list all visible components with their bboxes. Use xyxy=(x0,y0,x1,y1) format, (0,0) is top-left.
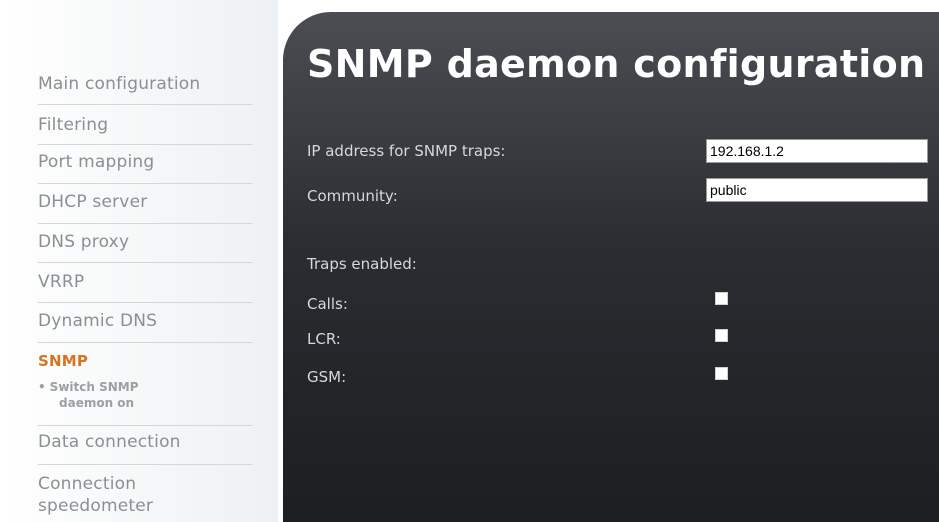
ip-address-label: IP address for SNMP traps: xyxy=(307,142,506,160)
sidebar-divider xyxy=(38,342,252,343)
sidebar-divider xyxy=(38,262,252,263)
sidebar-item-port-mapping[interactable]: Port mapping xyxy=(38,152,252,172)
trap-lcr-label: LCR: xyxy=(307,330,341,348)
community-label: Community: xyxy=(307,187,398,205)
main-panel: SNMP daemon configuration IP address for… xyxy=(283,12,939,522)
trap-gsm-label: GSM: xyxy=(307,368,347,386)
sidebar-divider xyxy=(38,104,252,105)
sidebar-divider xyxy=(38,464,252,465)
sidebar: Main configuration Filtering Port mappin… xyxy=(0,0,278,522)
traps-enabled-heading: Traps enabled: xyxy=(307,255,417,273)
sidebar-item-filtering[interactable]: Filtering xyxy=(38,115,252,135)
bullet-icon: • xyxy=(38,380,46,394)
sidebar-divider xyxy=(38,183,252,184)
community-field[interactable] xyxy=(706,178,928,202)
sidebar-item-snmp[interactable]: SNMP xyxy=(38,352,252,370)
sidebar-item-connection-speedometer[interactable]: Connection speedometer xyxy=(38,473,252,517)
trap-gsm-checkbox[interactable] xyxy=(715,367,728,380)
sidebar-item-dhcp-server[interactable]: DHCP server xyxy=(38,192,252,212)
trap-lcr-checkbox[interactable] xyxy=(715,329,728,342)
sidebar-item-dns-proxy[interactable]: DNS proxy xyxy=(38,232,252,252)
sidebar-item-main-configuration[interactable]: Main configuration xyxy=(38,74,252,94)
trap-calls-label: Calls: xyxy=(307,295,348,313)
sidebar-divider xyxy=(38,144,252,145)
sidebar-subitem-switch-snmp-daemon-on[interactable]: • Switch SNMP daemon on xyxy=(38,379,252,411)
sidebar-divider xyxy=(38,223,252,224)
sidebar-divider xyxy=(38,425,252,426)
page-title: SNMP daemon configuration xyxy=(307,42,926,86)
sidebar-item-dynamic-dns[interactable]: Dynamic DNS xyxy=(38,311,252,331)
trap-calls-checkbox[interactable] xyxy=(715,292,728,305)
sidebar-divider xyxy=(38,302,252,303)
subitem-label-line1: Switch SNMP xyxy=(49,380,139,394)
connection-label-line2: speedometer xyxy=(38,496,154,516)
ip-address-field[interactable] xyxy=(706,139,928,163)
subitem-label-line2: daemon on xyxy=(59,396,135,410)
connection-label-line1: Connection xyxy=(38,474,137,494)
sidebar-item-vrrp[interactable]: VRRP xyxy=(38,272,252,292)
sidebar-item-data-connection[interactable]: Data connection xyxy=(38,432,252,452)
